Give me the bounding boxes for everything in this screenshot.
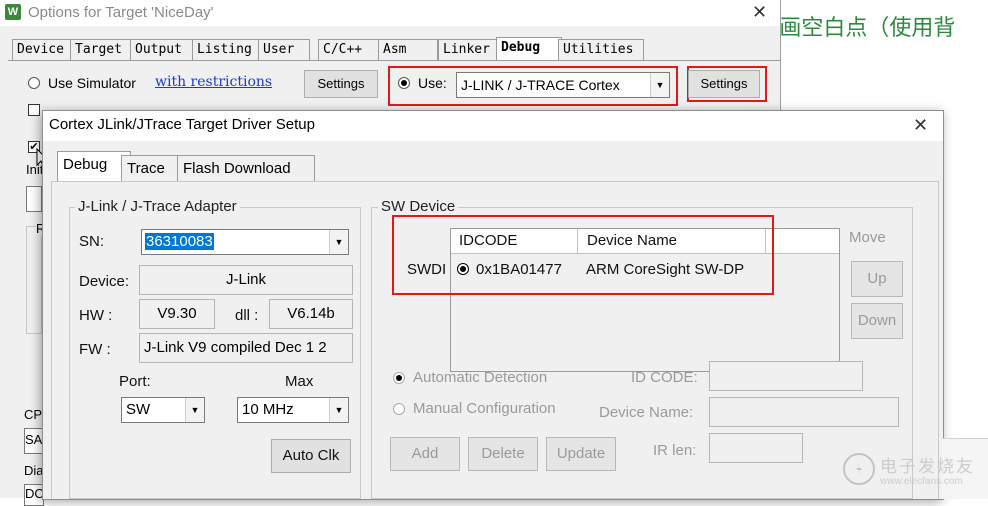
chevron-down-icon[interactable]: ▼ bbox=[185, 398, 204, 422]
elecfans-logo-icon bbox=[843, 453, 875, 485]
update-button[interactable]: Update bbox=[546, 437, 616, 471]
use-debugger-radio[interactable] bbox=[398, 77, 410, 89]
elecfans-watermark: 电子发烧友 www.elecfans.com bbox=[842, 450, 982, 496]
sw-device-group-label: SW Device bbox=[378, 198, 459, 215]
options-window-title: Options for Target 'NiceDay' bbox=[28, 4, 214, 21]
device-name-label: Device Name: bbox=[599, 404, 694, 421]
max-clock-select[interactable]: 10 MHz ▼ bbox=[237, 397, 349, 423]
add-button[interactable]: Add bbox=[390, 437, 460, 471]
ir-len-field[interactable] bbox=[709, 433, 803, 463]
dialog-tab-flash-download[interactable]: Flash Download bbox=[177, 155, 315, 182]
keil-app-icon: W bbox=[5, 4, 21, 20]
cpu-dll-field-partial[interactable]: SA bbox=[24, 428, 44, 454]
move-label: Move bbox=[849, 229, 886, 246]
dialog-tab-debug[interactable]: Debug bbox=[57, 151, 131, 182]
hw-value-field: V9.30 bbox=[139, 299, 215, 329]
use-label: Use: bbox=[418, 75, 447, 91]
debugger-settings-button[interactable]: Settings bbox=[688, 70, 760, 98]
simulator-settings-button[interactable]: Settings bbox=[304, 70, 378, 98]
dialog-dll-field-partial[interactable]: DC bbox=[24, 484, 44, 506]
chevron-down-icon[interactable]: ▼ bbox=[329, 398, 348, 422]
tab-listing[interactable]: Listing bbox=[192, 39, 262, 60]
adapter-group-label: J-Link / J-Trace Adapter bbox=[75, 198, 240, 215]
dll-value-field: V6.14b bbox=[269, 299, 353, 329]
tab-user[interactable]: User bbox=[258, 39, 310, 60]
chevron-down-icon[interactable]: ▼ bbox=[329, 230, 348, 254]
dialog-dll-label-partial: Dia bbox=[24, 463, 44, 478]
auto-clk-button[interactable]: Auto Clk bbox=[271, 439, 351, 473]
manual-configuration-radio[interactable] bbox=[393, 403, 405, 415]
ir-len-label: IR len: bbox=[653, 442, 697, 459]
watermark-text: 电子发烧友 bbox=[880, 457, 975, 477]
init-file-field-partial[interactable] bbox=[26, 186, 42, 212]
device-value-field: J-Link bbox=[139, 265, 353, 295]
tab-output[interactable]: Output bbox=[130, 39, 194, 60]
id-code-label: ID CODE: bbox=[631, 369, 698, 386]
port-select[interactable]: SW ▼ bbox=[121, 397, 205, 423]
hw-label: HW : bbox=[79, 307, 113, 324]
with-restrictions-link[interactable]: with restrictions bbox=[155, 74, 272, 90]
options-close-icon[interactable]: ✕ bbox=[752, 3, 767, 21]
tab-debug[interactable]: Debug bbox=[496, 37, 562, 60]
tab-target[interactable]: Target bbox=[70, 39, 134, 60]
dll-label: dll : bbox=[235, 307, 259, 324]
dialog-tab-trace[interactable]: Trace bbox=[121, 155, 183, 182]
move-up-button[interactable]: Up bbox=[851, 261, 903, 297]
dialog-title: Cortex JLink/JTrace Target Driver Setup bbox=[49, 116, 315, 133]
use-simulator-label: Use Simulator bbox=[48, 75, 136, 91]
use-simulator-radio[interactable] bbox=[28, 77, 40, 89]
sn-label: SN: bbox=[79, 233, 105, 250]
background-chinese-text: /画空白点（使用背 bbox=[772, 16, 956, 41]
watermark-url: www.elecfans.com bbox=[880, 476, 963, 487]
manual-configuration-label: Manual Configuration bbox=[413, 400, 556, 417]
options-title-bar: W Options for Target 'NiceDay' ✕ bbox=[0, 0, 780, 26]
max-label: Max bbox=[285, 373, 314, 390]
sn-select-value: 36310083 bbox=[145, 233, 214, 250]
device-name-field[interactable] bbox=[709, 397, 899, 427]
fw-label: FW : bbox=[79, 341, 111, 358]
device-table-highlight bbox=[392, 215, 774, 295]
device-label: Device: bbox=[79, 273, 130, 290]
automatic-detection-radio[interactable] bbox=[393, 372, 405, 384]
restore-group-partial bbox=[26, 226, 42, 334]
tab-asm[interactable]: Asm bbox=[378, 39, 438, 60]
automatic-detection-label: Automatic Detection bbox=[413, 369, 548, 386]
port-label: Port: bbox=[119, 373, 151, 390]
dialog-close-icon[interactable]: ✕ bbox=[913, 116, 928, 134]
max-clock-select-value: 10 MHz bbox=[242, 401, 294, 418]
port-select-value: SW bbox=[126, 401, 151, 418]
sn-select[interactable]: 36310083 ▼ bbox=[141, 229, 349, 255]
tab-c-cpp[interactable]: C/C++ bbox=[318, 39, 380, 60]
id-code-field[interactable] bbox=[709, 361, 863, 391]
tab-device[interactable]: Device bbox=[12, 39, 76, 60]
jlink-driver-setup-dialog: Cortex JLink/JTrace Target Driver Setup … bbox=[42, 110, 944, 500]
dialog-title-bar: Cortex JLink/JTrace Target Driver Setup … bbox=[43, 111, 943, 141]
tab-utilities[interactable]: Utilities bbox=[558, 39, 644, 60]
tab-strip-divider bbox=[8, 60, 780, 61]
fw-value-field: J-Link V9 compiled Dec 1 2 bbox=[139, 333, 353, 363]
debugger-select[interactable]: J-LINK / J-TRACE Cortex ▼ bbox=[456, 72, 670, 98]
move-down-button[interactable]: Down bbox=[851, 303, 903, 339]
debugger-select-value: J-LINK / J-TRACE Cortex bbox=[461, 77, 620, 93]
delete-button[interactable]: Delete bbox=[468, 437, 538, 471]
chevron-down-icon[interactable]: ▼ bbox=[650, 73, 669, 97]
load-app-checkbox[interactable] bbox=[28, 104, 40, 116]
cpu-dll-label-partial: CP bbox=[24, 407, 43, 422]
tab-linker[interactable]: Linker bbox=[438, 39, 502, 60]
